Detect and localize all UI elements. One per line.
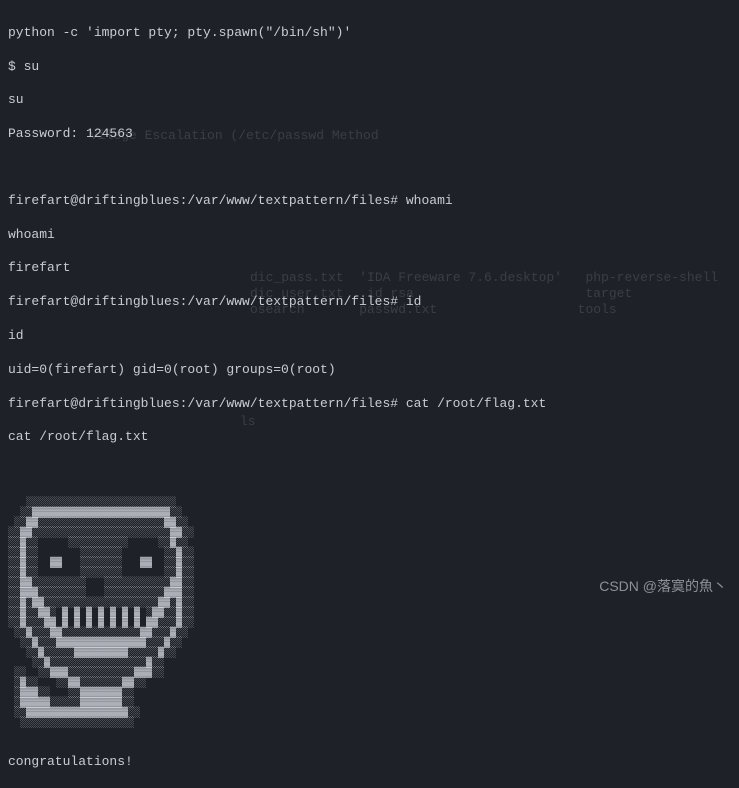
terminal-line: su — [8, 92, 731, 109]
terminal-line: uid=0(firefart) gid=0(root) groups=0(roo… — [8, 362, 731, 379]
terminal-line: Password: 124563 — [8, 126, 731, 143]
terminal-line: $ su — [8, 59, 731, 76]
terminal-line: python -c 'import pty; pty.spawn("/bin/s… — [8, 25, 731, 42]
terminal-line — [8, 160, 731, 176]
terminal-line: firefart@driftingblues:/var/www/textpatt… — [8, 396, 731, 413]
terminal-line: firefart — [8, 260, 731, 277]
terminal-line: firefart@driftingblues:/var/www/textpatt… — [8, 294, 731, 311]
terminal-output[interactable]: python -c 'import pty; pty.spawn("/bin/s… — [8, 8, 731, 788]
terminal-blank-line — [8, 463, 731, 480]
terminal-line: whoami — [8, 227, 731, 244]
terminal-line: firefart@driftingblues:/var/www/textpatt… — [8, 193, 731, 210]
csdn-watermark: CSDN @落寞的魚丶 — [599, 577, 727, 595]
terminal-line: id — [8, 328, 731, 345]
terminal-line: cat /root/flag.txt — [8, 429, 731, 446]
congratulations-text: congratulations! — [8, 754, 731, 771]
ascii-art-flag: ░░░░░░░░░░░░░░░░░░░░░░░░░ ░░▓▓▓▓▓▓▓▓▓▓▓▓… — [8, 499, 731, 729]
